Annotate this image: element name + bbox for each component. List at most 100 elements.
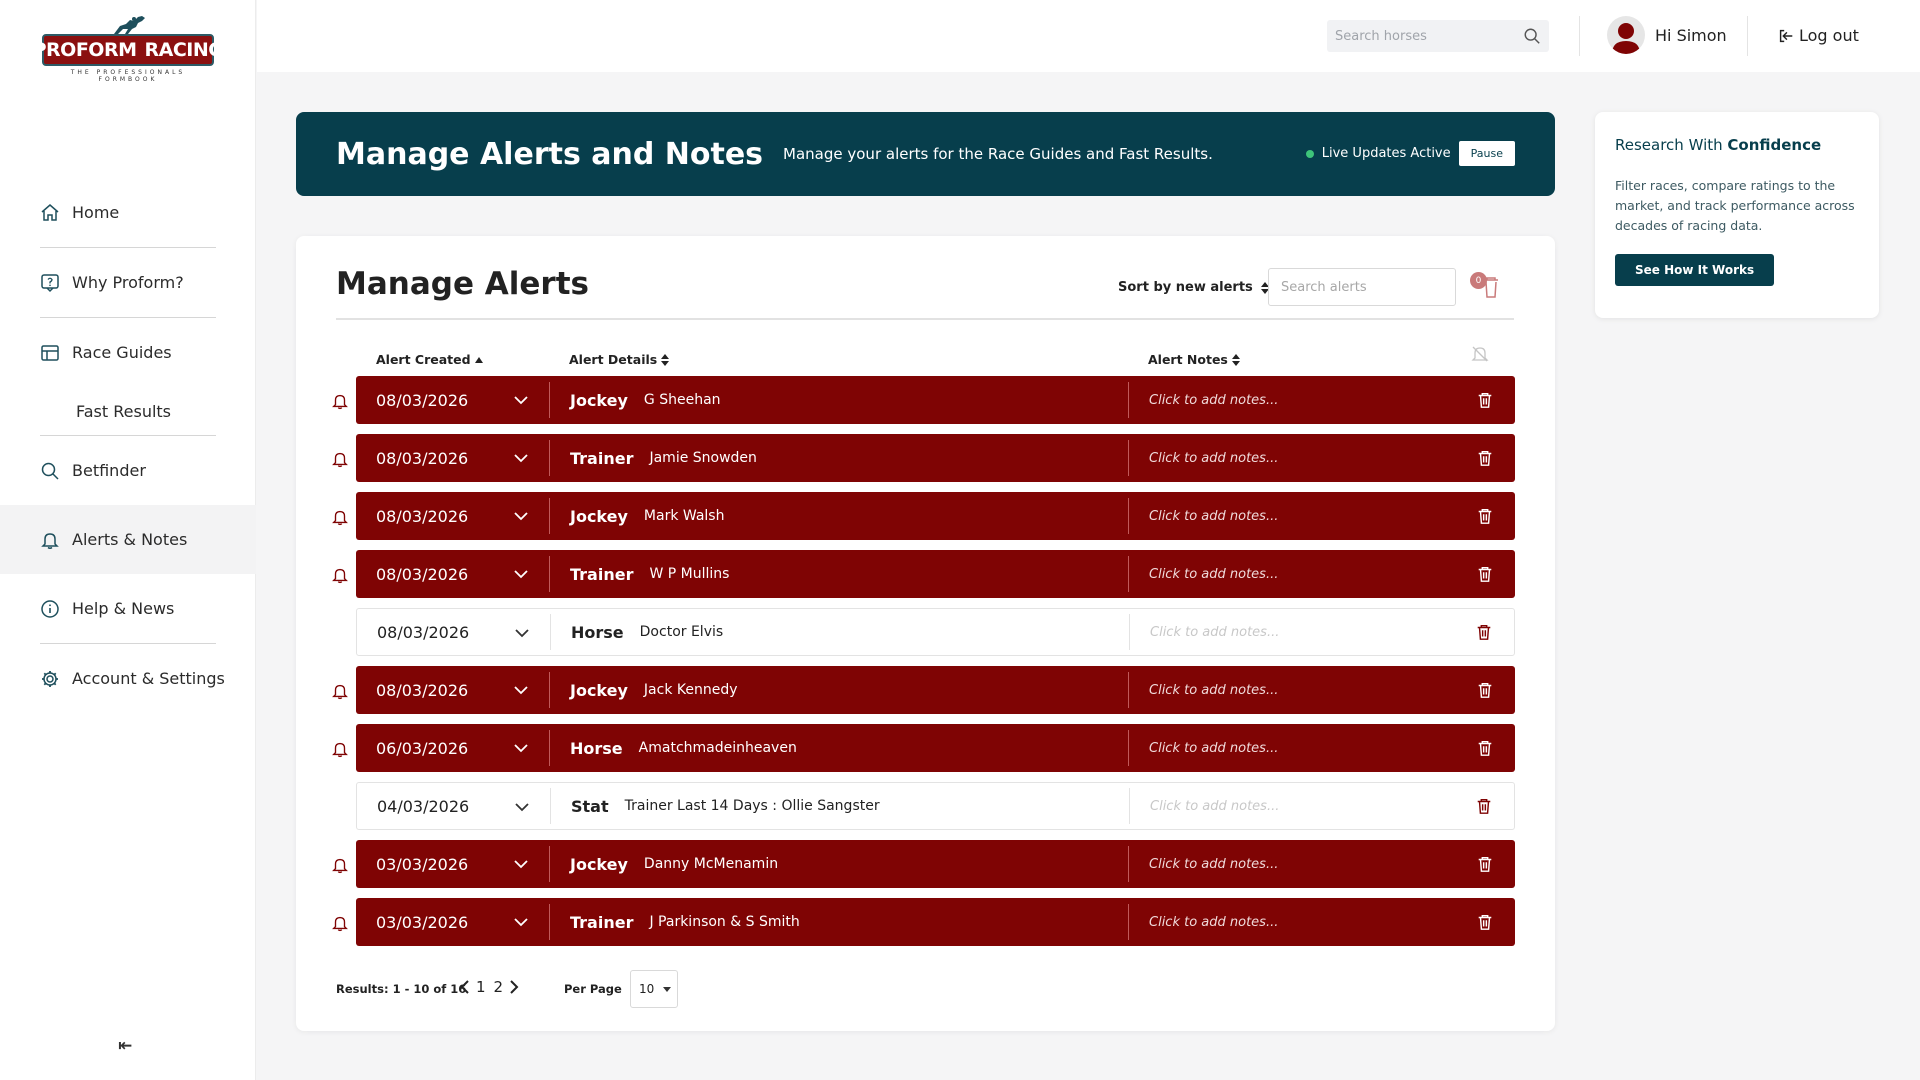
logout-button[interactable]: Log out <box>1777 26 1859 45</box>
alert-notes-field[interactable]: Click to add notes... <box>1129 567 1455 582</box>
sidebar-item-account-settings[interactable]: Account & Settings <box>0 644 256 713</box>
chevron-down-icon[interactable] <box>512 623 532 643</box>
sidebar-item-why-proform[interactable]: Why Proform? <box>0 248 256 317</box>
alert-row-bar[interactable]: 08/03/2026 Jockey Mark Walsh Click to add n… <box>356 492 1515 540</box>
alert-notes-field[interactable]: Click to add notes... <box>1129 509 1455 524</box>
chevron-left-icon[interactable] <box>458 979 472 995</box>
horse-logo-icon <box>114 16 145 34</box>
sidebar-item-label: Race Guides <box>72 343 172 362</box>
search-icon[interactable] <box>1523 27 1541 45</box>
delete-alert-button[interactable] <box>1455 391 1515 409</box>
alert-row-bar[interactable]: 08/03/2026 Jockey Jack Kennedy Click to add… <box>356 666 1515 714</box>
chevron-down-icon[interactable] <box>511 506 531 526</box>
bell-icon[interactable] <box>331 450 349 468</box>
alert-type: Jockey <box>570 506 628 526</box>
sidebar-item-fast-results[interactable]: Fast Results <box>0 387 256 435</box>
sort-icon <box>1231 353 1240 366</box>
chevron-down-icon[interactable] <box>511 564 531 584</box>
alert-details-cell: Jockey Jack Kennedy <box>550 681 1128 700</box>
bell-icon[interactable] <box>331 392 349 410</box>
bell-icon[interactable] <box>331 566 349 584</box>
alert-notes-field[interactable]: Click to add notes... <box>1129 915 1455 930</box>
sidebar-item-home[interactable]: Home <box>0 178 256 247</box>
alerts-search-input[interactable] <box>1268 268 1456 306</box>
deleted-alerts-bin-button[interactable]: 0 <box>1470 272 1502 302</box>
sidebar-item-betfinder[interactable]: Betfinder <box>0 436 256 505</box>
sidebar-item-label: Help & News <box>72 599 175 618</box>
chevron-down-icon[interactable] <box>511 854 531 874</box>
per-page-select[interactable]: 10 <box>630 970 678 1008</box>
alert-date-cell: 03/03/2026 <box>356 898 549 946</box>
logout-label: Log out <box>1799 26 1859 45</box>
delete-alert-button[interactable] <box>1454 797 1514 815</box>
alert-row-bar[interactable]: 08/03/2026 Horse Doctor Elvis Click to add … <box>356 608 1515 656</box>
proform-logo[interactable]: PROFORM RACING THE PROFESSIONALS FORMBOO… <box>33 14 224 83</box>
delete-alert-button[interactable] <box>1455 565 1515 583</box>
page-link-2[interactable]: 2 <box>494 978 504 996</box>
bell-off-icon[interactable] <box>1470 344 1490 364</box>
sidebar-item-help-news[interactable]: Help & News <box>0 574 256 643</box>
live-updates-status: Live Updates Active Pause <box>1305 141 1515 166</box>
delete-alert-button[interactable] <box>1455 913 1515 931</box>
sidebar-item-alerts-notes[interactable]: Alerts & Notes <box>0 505 256 574</box>
bell-icon[interactable] <box>331 740 349 758</box>
bell-icon[interactable] <box>331 914 349 932</box>
column-header-alert-details[interactable]: Alert Details <box>569 352 670 367</box>
alert-notes-field[interactable]: Click to add notes... <box>1130 799 1454 814</box>
delete-alert-button[interactable] <box>1455 507 1515 525</box>
delete-alert-button[interactable] <box>1454 623 1514 641</box>
chevron-down-icon[interactable] <box>511 390 531 410</box>
alert-type: Jockey <box>570 680 628 700</box>
alert-notes-field[interactable]: Click to add notes... <box>1129 741 1455 756</box>
user-menu[interactable]: Hi Simon <box>1607 16 1727 54</box>
alert-type: Horse <box>571 622 624 642</box>
alert-notes-field[interactable]: Click to add notes... <box>1129 451 1455 466</box>
horse-search-input[interactable] <box>1335 28 1523 44</box>
chevron-right-icon[interactable] <box>507 979 521 995</box>
alert-row-bar[interactable]: 08/03/2026 Jockey G Sheehan Click to add no… <box>356 376 1515 424</box>
delete-alert-button[interactable] <box>1455 681 1515 699</box>
alert-notes-field[interactable]: Click to add notes... <box>1129 857 1455 872</box>
bell-icon[interactable] <box>331 682 349 700</box>
collapse-sidebar-button[interactable]: ⇤ <box>118 1036 138 1056</box>
bell-icon[interactable] <box>331 508 349 526</box>
page-link-1[interactable]: 1 <box>476 978 486 996</box>
chevron-down-icon[interactable] <box>511 680 531 700</box>
alert-notes-field[interactable]: Click to add notes... <box>1129 683 1455 698</box>
sidebar-item-race-guides[interactable]: Race Guides <box>0 318 256 387</box>
alert-row-bar[interactable]: 08/03/2026 Trainer W P Mullins Click to add… <box>356 550 1515 598</box>
alert-subject: Amatchmadeinheaven <box>638 740 797 756</box>
alert-row-bar[interactable]: 03/03/2026 Jockey Danny McMenamin Click to … <box>356 840 1515 888</box>
alert-row-bar[interactable]: 03/03/2026 Trainer J Parkinson & S Smith Cl… <box>356 898 1515 946</box>
search-icon <box>41 462 59 480</box>
table-row: 08/03/2026 Jockey Jack Kennedy Click to add… <box>296 666 1555 724</box>
alert-notes-field[interactable]: Click to add notes... <box>1130 625 1454 640</box>
chevron-down-icon[interactable] <box>511 912 531 932</box>
column-header-alert-notes[interactable]: Alert Notes <box>1148 352 1241 367</box>
trash-icon <box>1478 508 1492 524</box>
alert-subject: Jamie Snowden <box>649 450 757 466</box>
alert-notes-field[interactable]: Click to add notes... <box>1129 393 1455 408</box>
alert-row-bar[interactable]: 06/03/2026 Horse Amatchmadeinheaven Click t… <box>356 724 1515 772</box>
chevron-down-icon[interactable] <box>512 797 532 817</box>
pause-button[interactable]: Pause <box>1458 141 1515 166</box>
page-header-banner: Manage Alerts and Notes Manage your aler… <box>296 112 1555 196</box>
alert-details-cell: Trainer Jamie Snowden <box>550 449 1128 468</box>
alert-date-cell: 08/03/2026 <box>356 666 549 714</box>
delete-alert-button[interactable] <box>1455 855 1515 873</box>
alert-row-bar[interactable]: 04/03/2026 Stat Trainer Last 14 Days : Oll… <box>356 782 1515 830</box>
delete-alert-button[interactable] <box>1455 739 1515 757</box>
column-header-alert-created[interactable]: Alert Created <box>376 352 484 367</box>
see-how-it-works-button[interactable]: See How It Works <box>1615 254 1775 286</box>
bell-icon[interactable] <box>331 856 349 874</box>
alert-row-bar[interactable]: 08/03/2026 Trainer Jamie Snowden Click to a… <box>356 434 1515 482</box>
alerts-table: 08/03/2026 Jockey G Sheehan Click to add no… <box>296 376 1555 956</box>
delete-alert-button[interactable] <box>1455 449 1515 467</box>
alert-date-cell: 04/03/2026 <box>357 783 550 829</box>
chevron-down-icon[interactable] <box>511 448 531 468</box>
chevron-down-icon[interactable] <box>511 738 531 758</box>
alert-subject: Mark Walsh <box>643 508 725 524</box>
sort-dropdown[interactable]: Sort by new alerts <box>1118 280 1271 295</box>
sidebar-item-label: Betfinder <box>72 461 146 480</box>
home-icon <box>41 203 59 221</box>
